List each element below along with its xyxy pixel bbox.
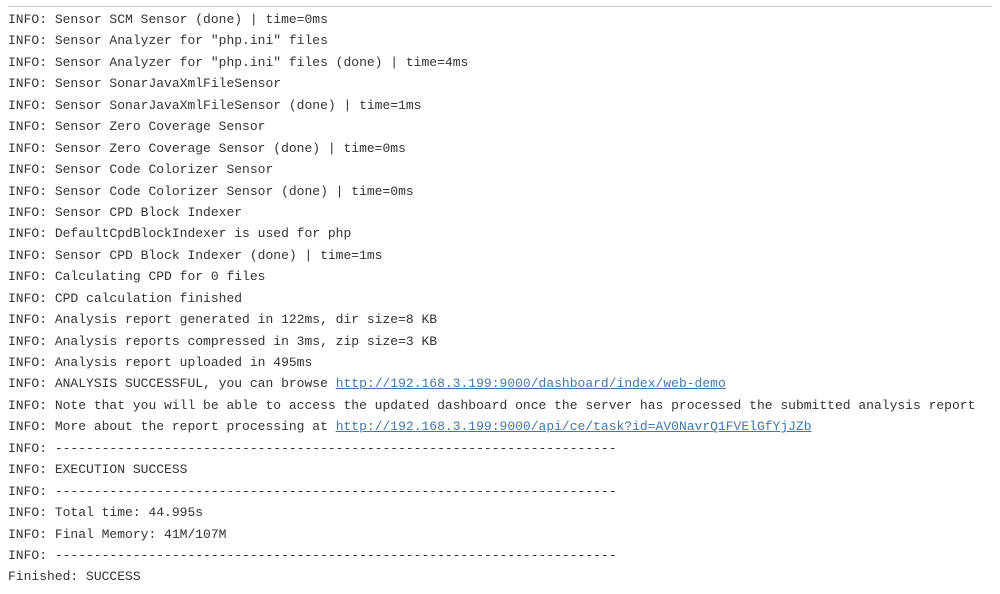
log-message: Sensor Analyzer for "php.ini" files xyxy=(55,33,328,48)
log-line: INFO: Sensor Zero Coverage Sensor (done)… xyxy=(8,138,992,159)
log-prefix: INFO: xyxy=(8,184,47,199)
log-prefix: INFO: xyxy=(8,55,47,70)
log-message: Sensor SCM Sensor (done) | time=0ms xyxy=(55,12,328,27)
log-message: Total time: 44.995s xyxy=(55,505,203,520)
log-message: DefaultCpdBlockIndexer is used for php xyxy=(55,226,351,241)
log-line: INFO: Sensor Code Colorizer Sensor xyxy=(8,159,992,180)
log-message: Note that you will be able to access the… xyxy=(55,398,976,413)
log-prefix: INFO: xyxy=(8,98,47,113)
console-output: INFO: Sensor SCM Sensor (done) | time=0m… xyxy=(8,9,992,588)
log-message: Sensor SonarJavaXmlFileSensor xyxy=(55,76,281,91)
log-line: INFO: Analysis report generated in 122ms… xyxy=(8,309,992,330)
log-prefix: INFO: xyxy=(8,376,47,391)
log-line: INFO: Final Memory: 41M/107M xyxy=(8,524,992,545)
log-message: Sensor Code Colorizer Sensor (done) | ti… xyxy=(55,184,414,199)
log-line: INFO: Analysis reports compressed in 3ms… xyxy=(8,331,992,352)
log-url-link[interactable]: http://192.168.3.199:9000/api/ce/task?id… xyxy=(336,419,812,434)
log-message: Sensor Analyzer for "php.ini" files (don… xyxy=(55,55,468,70)
log-message: More about the report processing at xyxy=(55,419,336,434)
log-message: Sensor Code Colorizer Sensor xyxy=(55,162,273,177)
log-message: CPD calculation finished xyxy=(55,291,242,306)
log-prefix: INFO: xyxy=(8,162,47,177)
log-line: Finished: SUCCESS xyxy=(8,566,992,587)
log-prefix: INFO: xyxy=(8,398,47,413)
log-message: Calculating CPD for 0 files xyxy=(55,269,266,284)
log-line: INFO: Sensor SonarJavaXmlFileSensor (don… xyxy=(8,95,992,116)
log-line: INFO: Note that you will be able to acce… xyxy=(8,395,992,416)
log-line: INFO: Total time: 44.995s xyxy=(8,502,992,523)
log-line: INFO: ----------------------------------… xyxy=(8,545,992,566)
log-prefix: INFO: xyxy=(8,527,47,542)
log-prefix: INFO: xyxy=(8,141,47,156)
log-url-link[interactable]: http://192.168.3.199:9000/dashboard/inde… xyxy=(336,376,726,391)
log-prefix: INFO: xyxy=(8,548,47,563)
log-prefix: INFO: xyxy=(8,462,47,477)
log-message: ----------------------------------------… xyxy=(55,548,617,563)
log-prefix: INFO: xyxy=(8,291,47,306)
log-line: INFO: Calculating CPD for 0 files xyxy=(8,266,992,287)
log-prefix: INFO: xyxy=(8,334,47,349)
log-message: EXECUTION SUCCESS xyxy=(55,462,188,477)
log-message: Analysis reports compressed in 3ms, zip … xyxy=(55,334,437,349)
log-line: INFO: CPD calculation finished xyxy=(8,288,992,309)
log-prefix: INFO: xyxy=(8,355,47,370)
log-line: INFO: Sensor Zero Coverage Sensor xyxy=(8,116,992,137)
log-prefix: INFO: xyxy=(8,119,47,134)
log-message: Final Memory: 41M/107M xyxy=(55,527,227,542)
log-message: SUCCESS xyxy=(86,569,141,584)
log-line: INFO: Sensor CPD Block Indexer xyxy=(8,202,992,223)
log-line: INFO: EXECUTION SUCCESS xyxy=(8,459,992,480)
log-message: Sensor CPD Block Indexer xyxy=(55,205,242,220)
log-line: INFO: Analysis report uploaded in 495ms xyxy=(8,352,992,373)
log-line: INFO: Sensor Code Colorizer Sensor (done… xyxy=(8,181,992,202)
log-line: INFO: Sensor SCM Sensor (done) | time=0m… xyxy=(8,9,992,30)
log-prefix: Finished: xyxy=(8,569,78,584)
log-message: Sensor SonarJavaXmlFileSensor (done) | t… xyxy=(55,98,422,113)
log-message: Sensor Zero Coverage Sensor xyxy=(55,119,266,134)
log-line: INFO: Sensor Analyzer for "php.ini" file… xyxy=(8,52,992,73)
log-line: INFO: ----------------------------------… xyxy=(8,481,992,502)
log-line: INFO: DefaultCpdBlockIndexer is used for… xyxy=(8,223,992,244)
log-prefix: INFO: xyxy=(8,12,47,27)
log-prefix: INFO: xyxy=(8,441,47,456)
log-prefix: INFO: xyxy=(8,419,47,434)
log-line: INFO: Sensor SonarJavaXmlFileSensor xyxy=(8,73,992,94)
log-line: INFO: More about the report processing a… xyxy=(8,416,992,437)
log-prefix: INFO: xyxy=(8,269,47,284)
log-message: ----------------------------------------… xyxy=(55,484,617,499)
log-message: Analysis report generated in 122ms, dir … xyxy=(55,312,437,327)
log-prefix: INFO: xyxy=(8,76,47,91)
log-message: Analysis report uploaded in 495ms xyxy=(55,355,312,370)
log-prefix: INFO: xyxy=(8,33,47,48)
log-prefix: INFO: xyxy=(8,205,47,220)
log-line: INFO: ANALYSIS SUCCESSFUL, you can brows… xyxy=(8,373,992,394)
log-prefix: INFO: xyxy=(8,484,47,499)
log-line: INFO: Sensor CPD Block Indexer (done) | … xyxy=(8,245,992,266)
log-prefix: INFO: xyxy=(8,248,47,263)
log-prefix: INFO: xyxy=(8,505,47,520)
log-prefix: INFO: xyxy=(8,312,47,327)
log-message: Sensor Zero Coverage Sensor (done) | tim… xyxy=(55,141,406,156)
log-message: ----------------------------------------… xyxy=(55,441,617,456)
log-line: INFO: Sensor Analyzer for "php.ini" file… xyxy=(8,30,992,51)
log-prefix: INFO: xyxy=(8,226,47,241)
log-message: Sensor CPD Block Indexer (done) | time=1… xyxy=(55,248,383,263)
log-line: INFO: ----------------------------------… xyxy=(8,438,992,459)
log-message: ANALYSIS SUCCESSFUL, you can browse xyxy=(55,376,336,391)
